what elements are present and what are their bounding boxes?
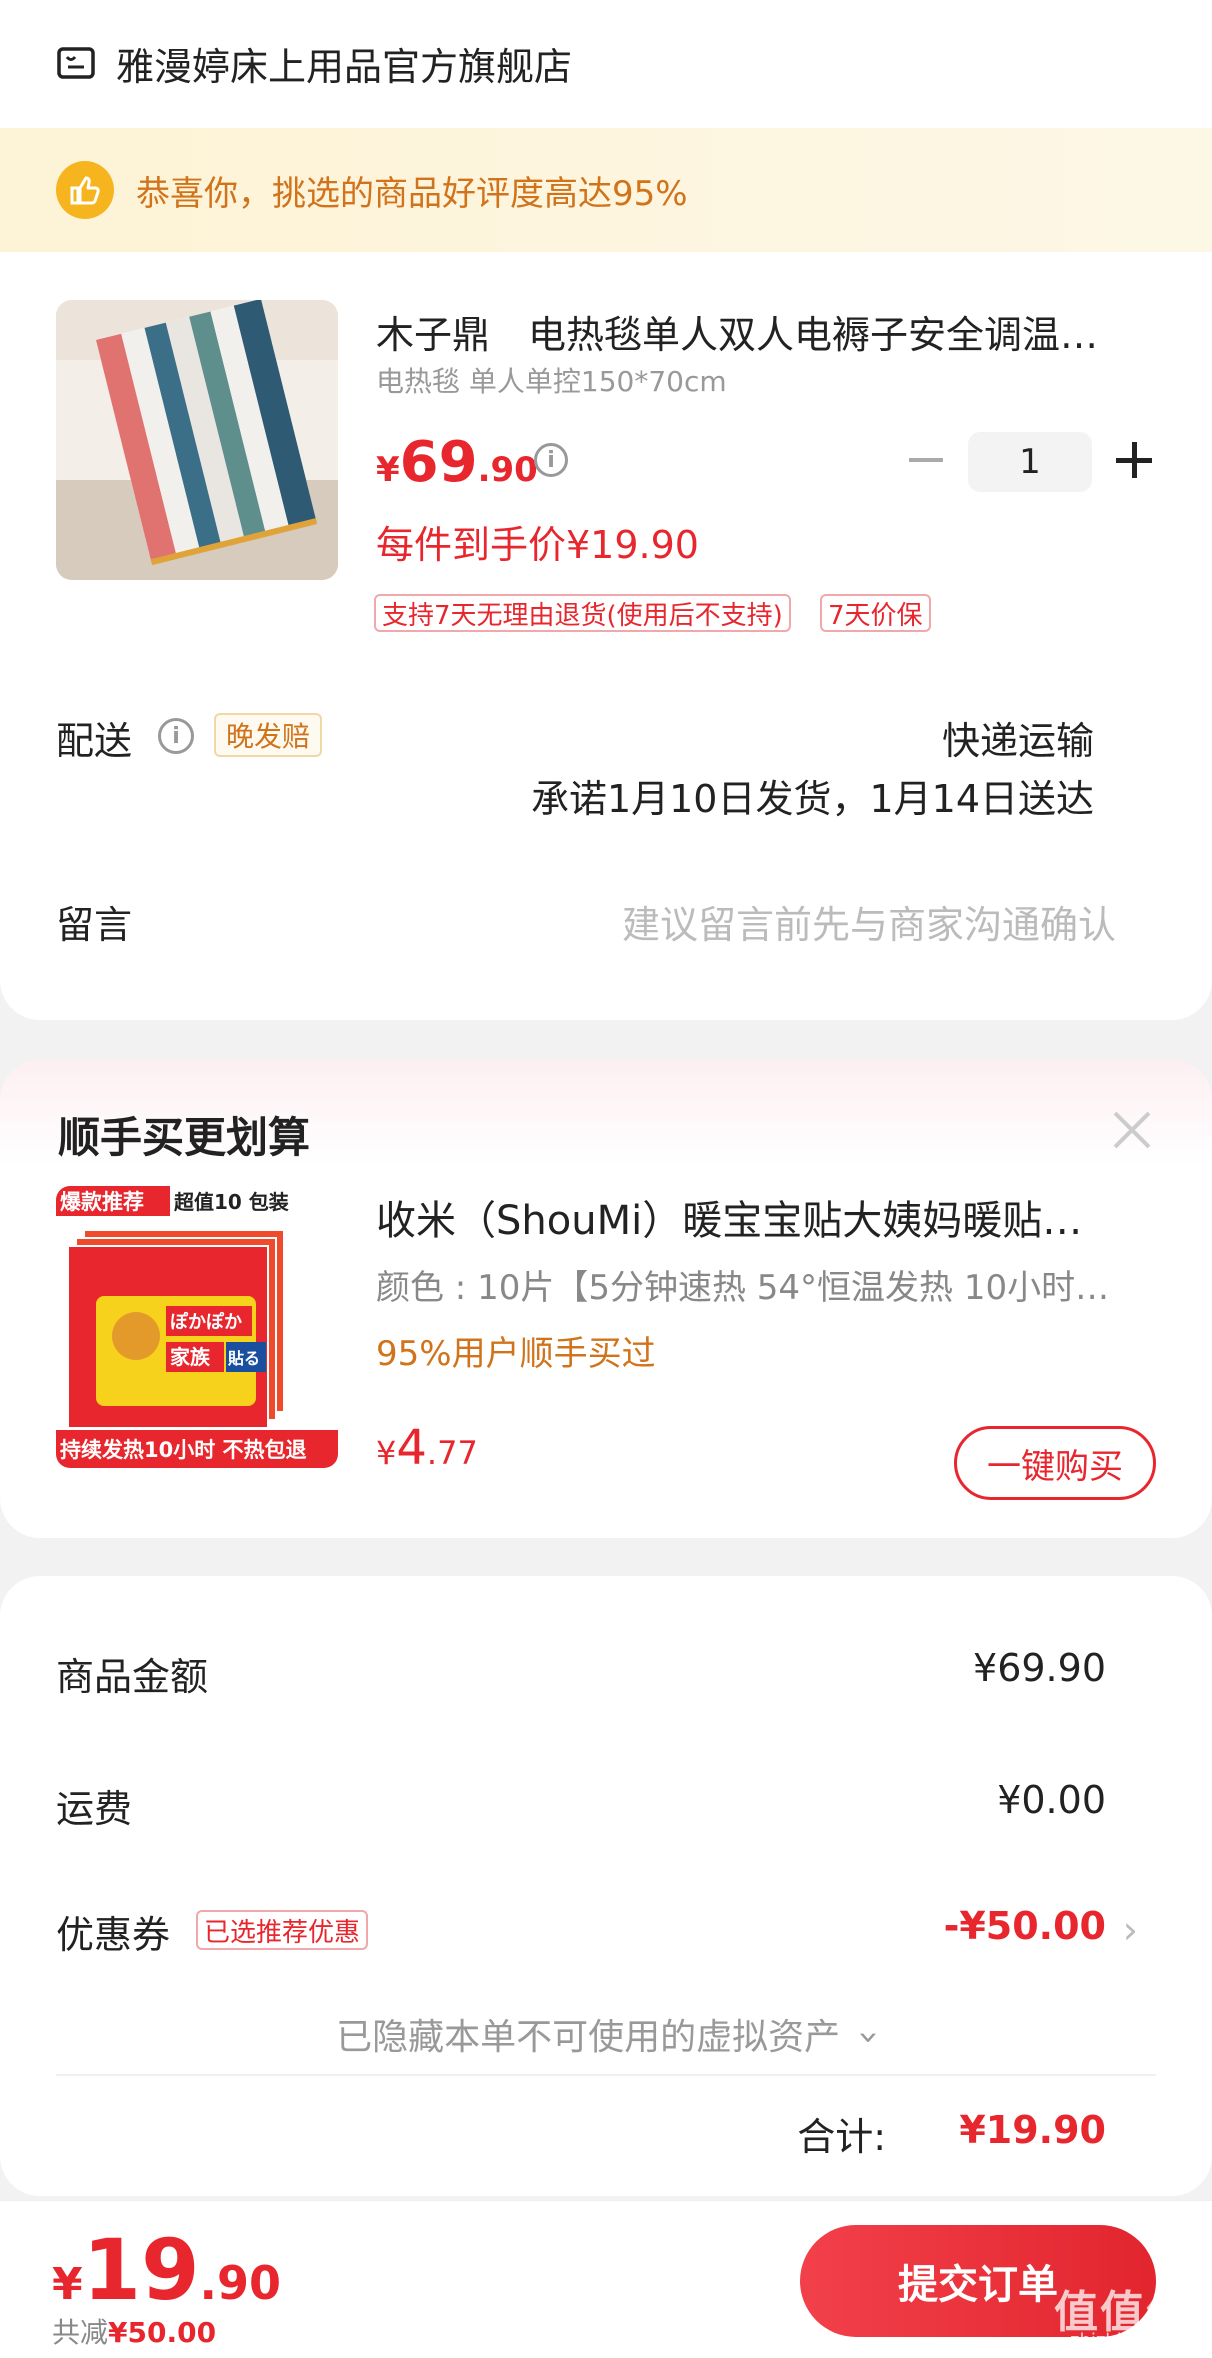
- quantity-decrease-button[interactable]: [906, 440, 946, 480]
- delivery-method[interactable]: 快递运输: [942, 710, 1094, 765]
- store-icon: [57, 47, 95, 79]
- one-click-buy-button[interactable]: 一键购买: [954, 1426, 1156, 1500]
- price-decimal: .90: [477, 450, 538, 490]
- checkout-price-symbol: ¥: [52, 2259, 83, 2310]
- price-integer: 69: [399, 430, 478, 495]
- addon-price-decimal: .77: [426, 1434, 478, 1472]
- addon-product-spec[interactable]: 颜色 : 10片【5分钟速热 54°恒温发热 10小时…: [376, 1260, 1166, 1309]
- addon-price-symbol: ¥: [376, 1434, 397, 1472]
- image-text-guarantee: 持续发热10小时 不热包退: [60, 1438, 307, 1462]
- coupon-value[interactable]: -¥50.00: [944, 1904, 1106, 1948]
- store-header[interactable]: 雅漫婷床上用品官方旗舰店: [56, 38, 573, 89]
- product-title[interactable]: 木子鼎 电热毯单人双人电褥子安全调温…: [376, 304, 1156, 359]
- saved-value: ¥50.00: [108, 2316, 217, 2349]
- image-text-family: 家族: [170, 1345, 211, 1369]
- product-price: ¥ 69 .90: [376, 430, 538, 495]
- quantity-increase-button[interactable]: [1114, 440, 1154, 480]
- checkout-price-decimal: .90: [199, 2256, 282, 2310]
- thumbs-up-icon: [56, 161, 114, 219]
- watermark-url: zhizhizhi.com: [1070, 2330, 1192, 2351]
- goods-amount-value: ¥69.90: [973, 1646, 1106, 1690]
- praise-banner: 恭喜你，挑选的商品好评度高达95%: [0, 128, 1212, 252]
- checkout-price: ¥ 19 .90: [52, 2221, 281, 2319]
- price-symbol: ¥: [376, 450, 400, 490]
- addon-bought-rate: 95%用户顺手买过: [376, 1334, 656, 1374]
- close-icon[interactable]: [1108, 1106, 1156, 1154]
- order-card: 雅漫婷床上用品官方旗舰店 恭喜你，挑选的商品好评度高达95% 木子鼎 电热毯单人…: [0, 0, 1212, 1020]
- total-saved: 共减 ¥50.00: [52, 2311, 216, 2351]
- shipping-fee-label: 运费: [56, 1787, 133, 1831]
- delivery-label: 配送: [56, 719, 133, 763]
- divider: [56, 2074, 1156, 2076]
- store-name: 雅漫婷床上用品官方旗舰店: [116, 44, 573, 89]
- image-text-hot: 爆款推荐: [60, 1190, 144, 1214]
- addon-product-image[interactable]: 爆款推荐 超值10 包装 ぽかぽか 家族 貼る 持续发热10小时 不热包退: [56, 1186, 338, 1468]
- message-input[interactable]: 建议留言前先与商家沟通确认: [622, 894, 1116, 949]
- late-compensation-badge: 晚发赔: [214, 713, 323, 757]
- checkout-bar: ¥ 19 .90 共减 ¥50.00 提交订单: [0, 2200, 1212, 2358]
- product-image[interactable]: [56, 300, 338, 580]
- price-protect-tag: 7天价保: [820, 594, 931, 632]
- hidden-assets-toggle[interactable]: 已隐藏本单不可使用的虚拟资产 ›: [0, 2008, 1212, 2060]
- total-label: 合计:: [797, 2115, 886, 2159]
- chevron-down-icon: ›: [848, 2030, 890, 2045]
- image-text-brand: ぽかぽか: [170, 1311, 242, 1333]
- coupon-recommend-badge: 已选推荐优惠: [196, 1910, 369, 1950]
- price-info-icon[interactable]: i: [534, 443, 568, 477]
- return-policy-tag: 支持7天无理由退货(使用后不支持): [374, 594, 791, 632]
- goods-amount-label: 商品金额: [56, 1655, 209, 1699]
- praise-text: 恭喜你，挑选的商品好评度高达95%: [136, 173, 688, 214]
- unit-final-price: 每件到手价¥19.90: [376, 523, 699, 567]
- addon-section-title: 顺手买更划算: [58, 1113, 311, 1162]
- total-value: ¥19.90: [959, 2108, 1106, 2152]
- shipping-fee-value: ¥0.00: [997, 1778, 1106, 1822]
- chevron-right-icon[interactable]: ›: [1123, 1908, 1138, 1952]
- message-label: 留言: [56, 903, 133, 947]
- addon-price: ¥ 4 .77: [376, 1420, 478, 1476]
- addon-product-title[interactable]: 收米（ShouMi）暖宝宝贴大姨妈暖贴…: [376, 1188, 1166, 1246]
- order-summary-card: 商品金额 ¥69.90 运费 ¥0.00 优惠券 已选推荐优惠 -¥50.00 …: [0, 1576, 1212, 2196]
- hidden-assets-text: 已隐藏本单不可使用的虚拟资产: [336, 2017, 841, 2058]
- saved-label: 共减: [52, 2316, 109, 2349]
- image-text-pack: 超值10 包装: [173, 1190, 289, 1214]
- addon-card: 顺手买更划算 爆款推荐 超值10 包装 ぽかぽか 家族 貼る 持续发热10小时 …: [0, 1060, 1212, 1538]
- addon-price-integer: 4: [396, 1420, 427, 1476]
- image-text-sticker: 貼る: [228, 1349, 260, 1368]
- product-spec[interactable]: 电热毯 单人单控150*70cm: [376, 360, 727, 400]
- delivery-info-icon[interactable]: i: [158, 718, 194, 754]
- checkout-price-integer: 19: [82, 2221, 200, 2319]
- quantity-input[interactable]: 1: [968, 432, 1092, 492]
- delivery-promise: 承诺1月10日发货，1月14日送达: [530, 777, 1094, 821]
- coupon-label: 优惠券: [56, 1913, 171, 1957]
